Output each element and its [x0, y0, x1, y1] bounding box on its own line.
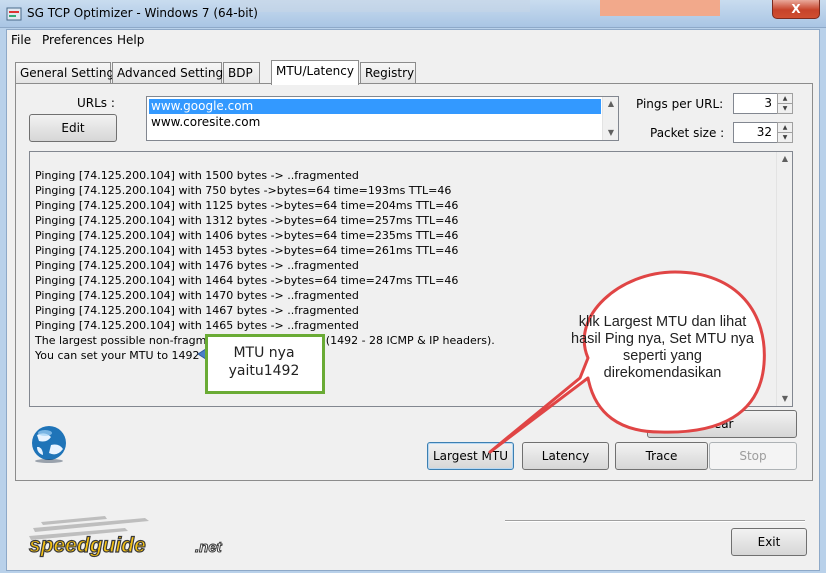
stepper-down-icon[interactable]: ▼ [778, 104, 792, 114]
stepper-down-icon[interactable]: ▼ [778, 133, 792, 143]
log-line: Pinging [74.125.200.104] with 1470 bytes… [35, 289, 359, 302]
menu-file[interactable]: File [11, 33, 31, 47]
app-icon [6, 7, 22, 21]
scroll-down-icon[interactable]: ▼ [777, 392, 793, 406]
pings-per-url-stepper[interactable]: ▲ ▼ [777, 93, 793, 114]
log-line: Pinging [74.125.200.104] with 1312 bytes… [35, 214, 459, 227]
edit-urls-button[interactable]: Edit [29, 114, 117, 142]
scroll-up-icon[interactable]: ▲ [603, 97, 619, 111]
log-line: Pinging [74.125.200.104] with 1125 bytes… [35, 199, 459, 212]
packet-size-stepper[interactable]: ▲ ▼ [777, 122, 793, 143]
urls-label: URLs : [77, 96, 115, 110]
pings-per-url-input[interactable]: 3 [733, 93, 778, 114]
log-line: Pinging [74.125.200.104] with 1467 bytes… [35, 304, 359, 317]
url-item[interactable]: www.coresite.com [149, 115, 601, 130]
background-window-ghost [240, 0, 530, 12]
exit-button[interactable]: Exit [731, 528, 807, 556]
speedguide-logo: speedguide .net [28, 516, 223, 558]
tab-general-settings[interactable]: General Settings [15, 62, 120, 84]
log-scrollbar[interactable]: ▲ ▼ [776, 152, 792, 406]
scroll-down-icon[interactable]: ▼ [603, 126, 619, 140]
tab-advanced-settings[interactable]: Advanced Settings [112, 62, 229, 84]
title-bar: SG TCP Optimizer - Windows 7 (64-bit) X [0, 0, 826, 28]
tab-registry[interactable]: Registry [360, 62, 416, 84]
packet-size-label: Packet size : [650, 126, 725, 140]
mtu-callout-text: MTU nya yaitu1492 [228, 345, 300, 379]
log-line: Pinging [74.125.200.104] with 1500 bytes… [35, 169, 359, 182]
background-window-ghost [600, 0, 720, 16]
log-line: Pinging [74.125.200.104] with 750 bytes … [35, 184, 452, 197]
tab-mtu-latency[interactable]: MTU/Latency [271, 60, 359, 85]
pings-per-url-label: Pings per URL: [636, 97, 724, 111]
separator-line [505, 520, 805, 522]
globe-icon [32, 426, 66, 463]
log-line: You can set your MTU to 1492 [35, 349, 200, 362]
scroll-up-icon[interactable]: ▲ [777, 152, 793, 166]
urls-scrollbar[interactable]: ▲ ▼ [602, 97, 618, 140]
window-title: SG TCP Optimizer - Windows 7 (64-bit) [27, 6, 258, 20]
packet-size-input[interactable]: 32 [733, 122, 778, 143]
log-line: Pinging [74.125.200.104] with 1465 bytes… [35, 319, 359, 332]
stepper-up-icon[interactable]: ▲ [778, 123, 792, 133]
urls-list[interactable]: www.google.com www.coresite.com ▲ ▼ [146, 96, 619, 141]
stepper-up-icon[interactable]: ▲ [778, 94, 792, 104]
log-line: Pinging [74.125.200.104] with 1406 bytes… [35, 229, 459, 242]
tab-bdp[interactable]: BDP [223, 62, 260, 84]
instruction-bubble-text: klik Largest MTU dan lihat hasil Ping ny… [571, 314, 754, 381]
close-button[interactable]: X [772, 0, 820, 19]
log-line: Pinging [74.125.200.104] with 1453 bytes… [35, 244, 459, 257]
log-line: Pinging [74.125.200.104] with 1464 bytes… [35, 274, 459, 287]
log-line: Pinging [74.125.200.104] with 1476 bytes… [35, 259, 359, 272]
svg-text:speedguide: speedguide [29, 534, 146, 557]
menu-preferences[interactable]: Preferences [42, 33, 113, 47]
url-item-selected[interactable]: www.google.com [149, 99, 601, 114]
menu-help[interactable]: Help [117, 33, 144, 47]
menu-bar: File Preferences Help [7, 30, 819, 50]
svg-text:.net: .net [195, 539, 223, 556]
